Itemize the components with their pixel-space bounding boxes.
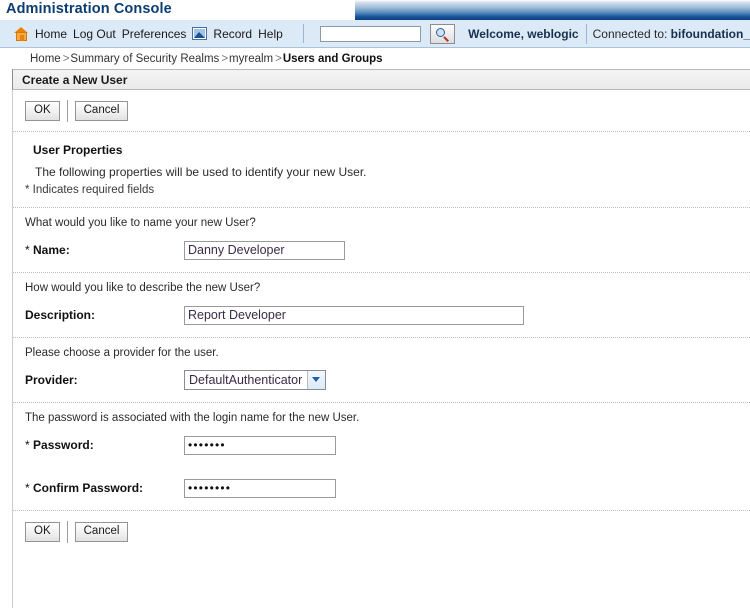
breadcrumb: Home > Summary of Security Realms > myre… — [0, 48, 750, 69]
description-input[interactable] — [184, 305, 524, 325]
toolbar-link-help[interactable]: Help — [258, 27, 283, 41]
ok-button-top[interactable]: OK — [25, 101, 60, 121]
connected-target: bifoundation_ — [670, 26, 750, 41]
magnifier-handle-icon — [443, 35, 449, 42]
breadcrumb-item-users-and-groups: Users and Groups — [282, 52, 383, 65]
breadcrumb-separator: > — [62, 52, 70, 65]
banner-gradient — [355, 0, 750, 20]
confirm-password-field-row: * Confirm Password: — [13, 467, 750, 510]
password-input[interactable] — [184, 435, 336, 455]
connected-prefix: Connected to: — [592, 26, 671, 41]
page-header-bar: Create a New User — [12, 69, 750, 90]
required-star: * — [25, 438, 30, 452]
description-label: Description: — [25, 308, 96, 322]
breadcrumb-separator: > — [275, 52, 282, 65]
breadcrumb-item-home[interactable]: Home — [30, 53, 61, 65]
form-content: OK Cancel User Properties The following … — [12, 90, 750, 608]
breadcrumb-item-summary-of-security-realms[interactable]: Summary of Security Realms — [70, 53, 219, 65]
confirm-password-label-text: Confirm Password: — [33, 481, 144, 495]
cancel-button-bottom[interactable]: Cancel — [74, 522, 129, 542]
record-chart-icon — [192, 27, 208, 40]
password-label-text: Password: — [33, 438, 94, 452]
name-label: * Name: — [25, 243, 184, 257]
breadcrumb-separator: > — [221, 52, 229, 65]
search-input[interactable] — [319, 25, 421, 42]
name-field-row: * Name: — [13, 229, 750, 272]
name-question: What would you like to name your new Use… — [25, 217, 256, 229]
password-label: * Password: — [25, 438, 184, 452]
provider-selected-value: DefaultAuthenticator — [189, 373, 303, 387]
description-field-row: Description: — [13, 294, 750, 337]
name-input[interactable] — [184, 240, 345, 260]
confirm-password-input[interactable] — [184, 478, 336, 498]
toolbar-link-record[interactable]: Record — [213, 27, 252, 41]
top-button-row: OK Cancel — [13, 90, 750, 131]
description-question: How would you like to describe the new U… — [25, 282, 261, 294]
user-properties-section: User Properties The following properties… — [13, 132, 750, 207]
password-question: The password is associated with the logi… — [25, 412, 360, 424]
chevron-down-icon[interactable] — [307, 371, 326, 389]
welcome-label: Welcome, weblogic — [468, 26, 579, 41]
app-title: Administration Console — [6, 1, 172, 17]
section-description: The following properties will be used to… — [35, 165, 367, 179]
top-banner: Administration Console — [0, 0, 750, 20]
required-fields-note: * Indicates required fields — [25, 184, 155, 196]
admin-console-page: Administration Console Home Log Out Pref… — [0, 0, 750, 611]
toolbar-status: Welcome, weblogic Connected to: bifounda… — [468, 20, 750, 47]
required-star: * — [25, 243, 30, 257]
breadcrumb-item-myrealm[interactable]: myrealm — [229, 53, 273, 65]
button-divider — [66, 100, 68, 122]
name-label-text: Name: — [33, 243, 70, 257]
page-title: Create a New User — [22, 72, 128, 87]
required-star: * — [25, 481, 30, 495]
bottom-button-row: OK Cancel — [13, 511, 750, 552]
ok-button-bottom[interactable]: OK — [25, 522, 60, 542]
provider-field-row: Provider: DefaultAuthenticator — [13, 359, 750, 402]
toolbar-divider — [302, 24, 304, 43]
confirm-password-label: * Confirm Password: — [25, 481, 184, 495]
toolbar-link-preferences[interactable]: Preferences — [122, 27, 187, 41]
provider-question: Please choose a provider for the user. — [25, 347, 219, 359]
toolbar-link-home[interactable]: Home — [35, 27, 67, 41]
button-divider — [66, 521, 68, 543]
global-toolbar: Home Log Out Preferences Record Help Wel… — [0, 20, 750, 48]
provider-select[interactable]: DefaultAuthenticator — [184, 370, 327, 390]
toolbar-links: Home Log Out Preferences Record Help — [0, 20, 455, 47]
home-icon — [14, 26, 29, 41]
search-button[interactable] — [429, 23, 455, 44]
toolbar-link-log-out[interactable]: Log Out — [73, 27, 116, 41]
password-field-row: * Password: — [13, 424, 750, 467]
cancel-button-top[interactable]: Cancel — [74, 101, 129, 121]
provider-label: Provider: — [25, 373, 78, 387]
section-title: User Properties — [33, 143, 123, 157]
connected-label: Connected to: bifoundation_ — [587, 27, 750, 41]
magnifier-icon — [435, 27, 445, 37]
